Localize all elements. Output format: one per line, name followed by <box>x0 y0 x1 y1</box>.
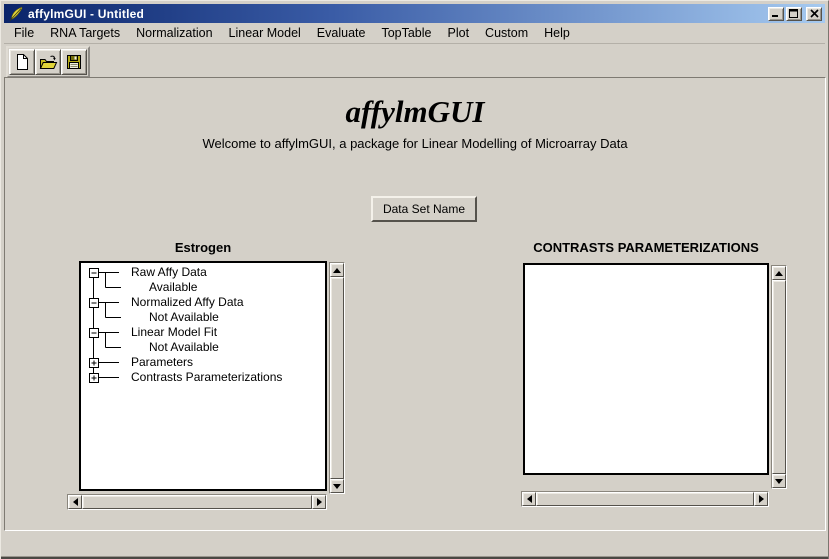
menu-linear-model[interactable]: Linear Model <box>221 24 309 42</box>
app-heading: affylmGUI <box>5 94 825 130</box>
arrow-left-icon <box>73 498 78 506</box>
menubar: File RNA Targets Normalization Linear Mo… <box>4 23 825 43</box>
open-file-button[interactable] <box>35 49 61 75</box>
tree-node-status: Available <box>149 280 198 294</box>
scroll-right-button[interactable] <box>312 495 326 509</box>
scrollbar-thumb[interactable] <box>82 495 312 509</box>
scroll-down-button[interactable] <box>330 479 344 493</box>
tree-node-label: Linear Model Fit <box>131 325 218 339</box>
save-file-button[interactable] <box>61 49 87 75</box>
new-file-button[interactable] <box>9 49 35 75</box>
tree-node-status: Not Available <box>149 310 219 324</box>
menu-toptable[interactable]: TopTable <box>373 24 439 42</box>
tree-vertical-scrollbar[interactable] <box>329 262 345 494</box>
menu-help[interactable]: Help <box>536 24 578 42</box>
contrasts-horizontal-scrollbar[interactable] <box>521 491 769 507</box>
main-area: affylmGUI Welcome to affylmGUI, a packag… <box>4 77 826 531</box>
scroll-right-button[interactable] <box>754 492 768 506</box>
scroll-left-button[interactable] <box>68 495 82 509</box>
scroll-down-button[interactable] <box>772 474 786 488</box>
tree-node-label: Parameters <box>131 355 193 369</box>
status-tree: Raw Affy Data Available Normalized Affy … <box>81 263 325 489</box>
scrollbar-thumb[interactable] <box>536 492 754 506</box>
contrasts-listbox[interactable] <box>523 263 769 475</box>
menu-plot[interactable]: Plot <box>440 24 478 42</box>
tree-node-label: Raw Affy Data <box>131 265 207 279</box>
app-window: affylmGUI - Untitled File RNA Ta <box>0 0 829 559</box>
app-feather-icon <box>8 6 24 22</box>
close-button[interactable] <box>806 7 822 21</box>
arrow-right-icon <box>317 498 322 506</box>
menu-file[interactable]: File <box>6 24 42 42</box>
tree-panel-title: Estrogen <box>79 240 327 255</box>
arrow-up-icon <box>775 271 783 276</box>
menu-normalization[interactable]: Normalization <box>128 24 220 42</box>
tree-node-label: Normalized Affy Data <box>131 295 244 309</box>
open-folder-icon <box>38 53 58 71</box>
dataset-name-button[interactable]: Data Set Name <box>371 196 477 222</box>
menu-rna-targets[interactable]: RNA Targets <box>42 24 128 42</box>
maximize-button[interactable] <box>786 7 802 21</box>
tree-horizontal-scrollbar[interactable] <box>67 494 327 510</box>
contrasts-vertical-scrollbar[interactable] <box>771 265 787 489</box>
status-tree-canvas[interactable]: Raw Affy Data Available Normalized Affy … <box>79 261 327 491</box>
minimize-icon <box>771 9 781 18</box>
maximize-icon <box>789 9 799 18</box>
scrollbar-thumb[interactable] <box>772 280 786 474</box>
arrow-down-icon <box>333 484 341 489</box>
scroll-up-button[interactable] <box>330 263 344 277</box>
close-icon <box>810 9 819 18</box>
tree-node-status: Not Available <box>149 340 219 354</box>
arrow-down-icon <box>775 479 783 484</box>
contrasts-panel-title: CONTRASTS PARAMETERIZATIONS <box>523 240 769 255</box>
minimize-button[interactable] <box>768 7 784 21</box>
arrow-left-icon <box>527 495 532 503</box>
new-document-icon <box>13 53 31 71</box>
menu-custom[interactable]: Custom <box>477 24 536 42</box>
scroll-left-button[interactable] <box>522 492 536 506</box>
save-floppy-icon <box>65 53 83 71</box>
scroll-up-button[interactable] <box>772 266 786 280</box>
tree-node-label: Contrasts Parameterizations <box>131 370 282 384</box>
window-title: affylmGUI - Untitled <box>28 7 768 21</box>
titlebar[interactable]: affylmGUI - Untitled <box>4 4 825 23</box>
welcome-text: Welcome to affylmGUI, a package for Line… <box>5 136 825 151</box>
arrow-right-icon <box>759 495 764 503</box>
toolbar-frame <box>6 46 90 78</box>
toolbar <box>4 43 825 77</box>
menu-evaluate[interactable]: Evaluate <box>309 24 374 42</box>
arrow-up-icon <box>333 268 341 273</box>
scrollbar-thumb[interactable] <box>330 277 344 479</box>
